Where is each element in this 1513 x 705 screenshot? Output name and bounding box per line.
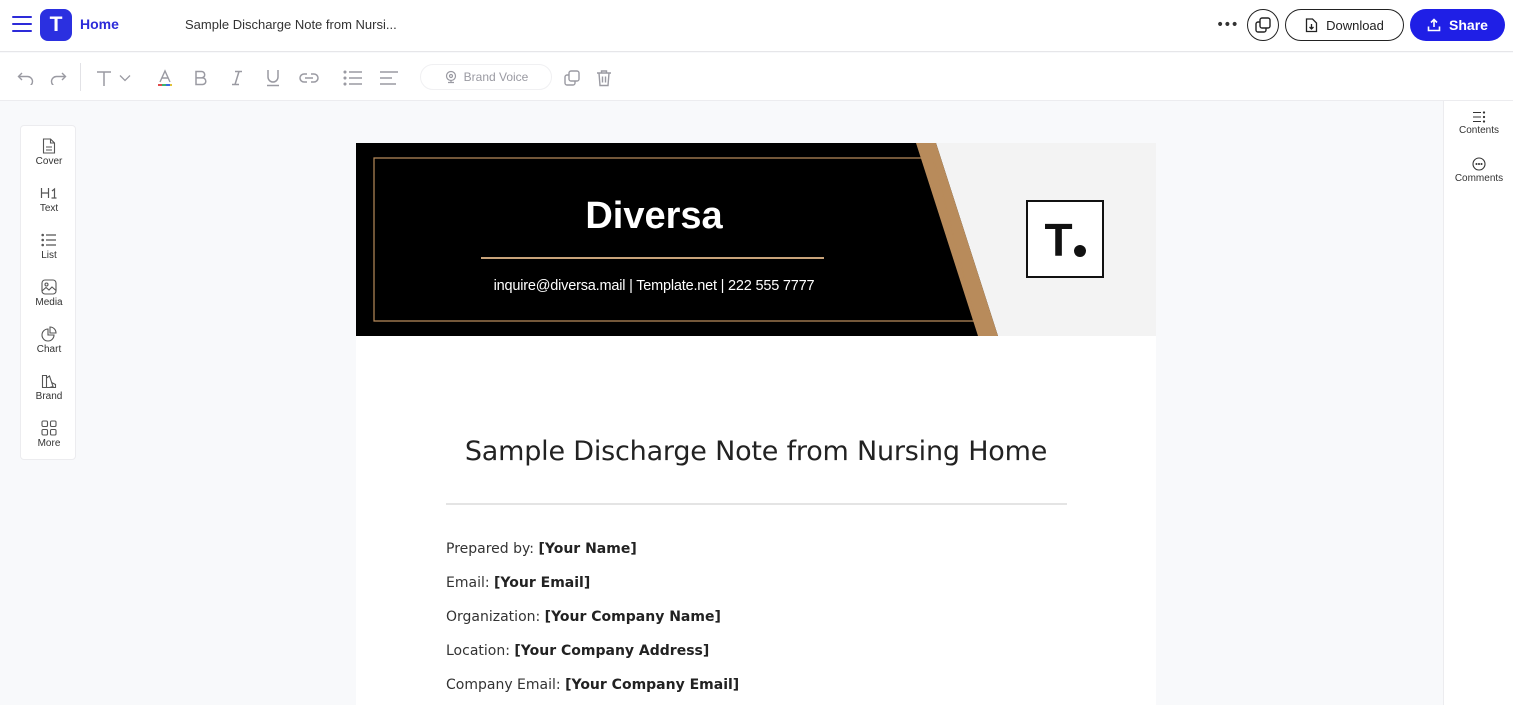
brand-voice-icon: [445, 70, 456, 84]
link-icon[interactable]: [298, 67, 320, 89]
brand-contact-line: inquire@diversa.mail | Template.net | 22…: [493, 278, 815, 294]
media-label: Media: [35, 297, 63, 308]
brand-name: Diversa: [585, 195, 723, 237]
field-label: Email:: [446, 575, 495, 591]
table-of-contents-icon: [1473, 111, 1486, 123]
chart-label: Chart: [36, 344, 62, 355]
side-panel: Contents Comments: [1443, 101, 1513, 705]
field-location[interactable]: Location: [Your Company Address]: [446, 643, 709, 659]
undo-icon[interactable]: [15, 67, 37, 89]
align-left-icon[interactable]: [378, 67, 400, 89]
field-label: Organization:: [446, 609, 545, 625]
insert-list-button[interactable]: List: [21, 230, 77, 270]
insert-more-button[interactable]: More: [21, 418, 77, 458]
italic-icon[interactable]: [226, 67, 248, 89]
app-logo-letter: T: [49, 13, 63, 36]
brand-logo-dot: [1073, 245, 1086, 257]
field-prepared-by[interactable]: Prepared by: [Your Name]: [446, 541, 637, 557]
trash-icon[interactable]: [593, 67, 615, 89]
cover-banner[interactable]: Diversa inquire@diversa.mail | Template.…: [356, 143, 1156, 336]
field-value: [Your Company Name]: [544, 609, 721, 625]
app-logo[interactable]: T: [40, 9, 72, 41]
underline-icon[interactable]: [262, 67, 284, 89]
insert-cover-button[interactable]: Cover: [21, 136, 77, 176]
menu-icon[interactable]: [12, 16, 32, 34]
field-label: Prepared by:: [446, 541, 539, 557]
upload-icon: [1427, 18, 1441, 32]
brand-label: Brand: [35, 391, 63, 402]
download-button[interactable]: Download: [1285, 9, 1404, 41]
share-button[interactable]: Share: [1410, 9, 1505, 41]
field-email[interactable]: Email: [Your Email]: [446, 575, 590, 591]
grid-icon: [41, 418, 57, 438]
field-value: [Your Name]: [538, 541, 637, 557]
cover-label: Cover: [35, 156, 63, 167]
note-title[interactable]: Sample Discharge Note from Nursing Home: [356, 436, 1156, 467]
text-style-icon[interactable]: [94, 67, 116, 89]
brand-icon: [41, 371, 57, 391]
field-label: Company Email:: [446, 677, 566, 693]
brand-voice-label: Brand Voice: [463, 70, 529, 84]
bullet-list-icon[interactable]: [342, 67, 364, 89]
redo-icon[interactable]: [47, 67, 69, 89]
share-label: Share: [1449, 17, 1488, 33]
more-label: More: [37, 438, 61, 449]
heading-icon: [40, 183, 58, 203]
insert-panel: Cover Text List Media Chart Brand More: [20, 125, 76, 460]
duplicate-button[interactable]: [1247, 9, 1279, 41]
toolbar-divider: [80, 63, 81, 91]
insert-chart-button[interactable]: Chart: [21, 324, 77, 364]
format-toolbar: Brand Voice: [0, 53, 1513, 101]
brand-divider: [481, 257, 824, 259]
bold-icon[interactable]: [190, 67, 212, 89]
cover-icon: [42, 136, 56, 156]
list-label: List: [41, 250, 57, 261]
field-value: [Your Email]: [494, 575, 591, 591]
brand-logo[interactable]: T: [1026, 200, 1104, 278]
contents-button[interactable]: Contents: [1444, 111, 1513, 136]
file-download-icon: [1305, 17, 1318, 32]
text-label: Text: [39, 203, 59, 214]
title-divider: [446, 503, 1067, 505]
text-color-icon[interactable]: [154, 67, 176, 89]
comments-button[interactable]: Comments: [1444, 157, 1513, 184]
field-label: Location:: [446, 643, 515, 659]
field-company-email[interactable]: Company Email: [Your Company Email]: [446, 677, 739, 693]
copy-icon[interactable]: [561, 67, 583, 89]
field-organization[interactable]: Organization: [Your Company Name]: [446, 609, 721, 625]
duplicate-icon: [1255, 17, 1271, 33]
download-label: Download: [1326, 17, 1384, 33]
list-icon: [41, 230, 57, 250]
comments-label: Comments: [1454, 173, 1504, 184]
insert-brand-button[interactable]: Brand: [21, 371, 77, 411]
top-bar: T Home Sample Discharge Note from Nursi.…: [0, 0, 1513, 52]
document-page[interactable]: Diversa inquire@diversa.mail | Template.…: [356, 143, 1156, 705]
image-icon: [41, 277, 57, 297]
insert-text-button[interactable]: Text: [21, 183, 77, 223]
pie-chart-icon: [41, 324, 57, 344]
document-title[interactable]: Sample Discharge Note from Nursi...: [185, 17, 397, 32]
brand-logo-letter: T: [1044, 214, 1073, 266]
insert-media-button[interactable]: Media: [21, 277, 77, 317]
more-options-icon[interactable]: •••: [1216, 17, 1239, 33]
brand-voice-button[interactable]: Brand Voice: [420, 64, 552, 90]
contents-label: Contents: [1458, 125, 1500, 136]
field-value: [Your Company Email]: [565, 677, 740, 693]
home-link[interactable]: Home: [80, 16, 119, 32]
comment-icon: [1472, 157, 1486, 171]
field-value: [Your Company Address]: [514, 643, 710, 659]
chevron-down-icon[interactable]: [118, 67, 132, 89]
